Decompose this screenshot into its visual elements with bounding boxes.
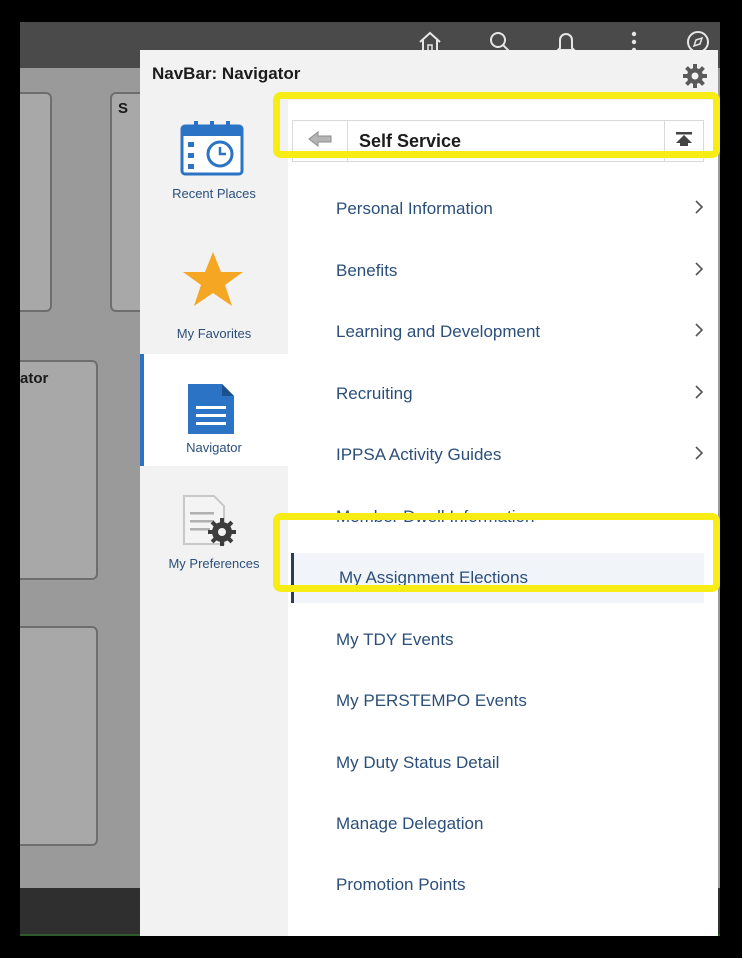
menu-item-label: Manage Delegation bbox=[336, 814, 484, 833]
chevron-right-icon bbox=[695, 323, 704, 337]
tab-my-favorites-label: My Favorites bbox=[176, 326, 252, 341]
menu-item-label: Benefits bbox=[336, 261, 398, 280]
tab-navigator-label: Navigator bbox=[186, 440, 242, 455]
menu-item-label: Recruiting bbox=[336, 384, 413, 403]
navigator-left-tabs: Recent Places My Favorites Navigator My … bbox=[140, 100, 292, 936]
chevron-right-icon bbox=[695, 200, 704, 214]
menu-item-label: My Duty Status Detail bbox=[336, 753, 500, 772]
menu-item-label: My TDY Events bbox=[336, 630, 454, 649]
gear-icon[interactable] bbox=[682, 63, 708, 89]
background-tile bbox=[20, 92, 52, 312]
panel-title: NavBar: Navigator bbox=[152, 64, 301, 83]
calendar-clock-icon bbox=[180, 120, 244, 181]
tab-my-preferences[interactable]: My Preferences bbox=[140, 470, 288, 582]
background-screen: S ator NavBar: Navigator Recent Places M… bbox=[20, 22, 720, 936]
menu-item-label: My PERSTEMPO Events bbox=[336, 691, 527, 710]
menu-item-my-perstempo-events[interactable]: My PERSTEMPO Events bbox=[288, 676, 718, 726]
highlight-box-selected-item bbox=[273, 513, 720, 592]
background-tile-text: S bbox=[118, 100, 129, 117]
document-icon bbox=[186, 382, 236, 441]
menu-item-my-duty-status-detail[interactable]: My Duty Status Detail bbox=[288, 738, 718, 788]
tab-my-favorites[interactable]: My Favorites bbox=[140, 240, 288, 352]
menu-item-label: IPPSA Activity Guides bbox=[336, 445, 502, 464]
background-tile bbox=[20, 626, 98, 846]
menu-item-learning-and-development[interactable]: Learning and Development bbox=[288, 307, 718, 357]
background-tile-text: ator bbox=[20, 370, 49, 387]
chevron-right-icon bbox=[695, 446, 704, 460]
menu-item-personal-information[interactable]: Personal Information bbox=[288, 184, 718, 234]
preferences-icon bbox=[180, 494, 240, 555]
menu-item-label: Promotion Points bbox=[336, 875, 466, 894]
menu-item-recruiting[interactable]: Recruiting bbox=[288, 369, 718, 419]
menu-item-promotion-points[interactable]: Promotion Points bbox=[288, 860, 718, 910]
star-icon bbox=[180, 250, 246, 313]
background-tile: ator bbox=[20, 360, 98, 580]
menu-item-manage-delegation[interactable]: Manage Delegation bbox=[288, 799, 718, 849]
menu-item-ippsa-activity-guides[interactable]: IPPSA Activity Guides bbox=[288, 430, 718, 480]
tab-my-preferences-label: My Preferences bbox=[168, 556, 260, 571]
menu-item-benefits[interactable]: Benefits bbox=[288, 246, 718, 296]
menu-item-label: Learning and Development bbox=[336, 322, 541, 341]
highlight-box-section-header bbox=[273, 92, 720, 158]
chevron-right-icon bbox=[695, 385, 704, 399]
tab-navigator[interactable]: Navigator bbox=[140, 354, 292, 466]
menu-item-my-tdy-events[interactable]: My TDY Events bbox=[288, 615, 718, 665]
menu-item-label: Personal Information bbox=[336, 199, 493, 218]
tab-recent-places-label: Recent Places bbox=[172, 186, 256, 201]
navigator-panel: NavBar: Navigator Recent Places My Favor… bbox=[140, 50, 718, 936]
tab-recent-places[interactable]: Recent Places bbox=[140, 100, 288, 212]
chevron-right-icon bbox=[695, 262, 704, 276]
